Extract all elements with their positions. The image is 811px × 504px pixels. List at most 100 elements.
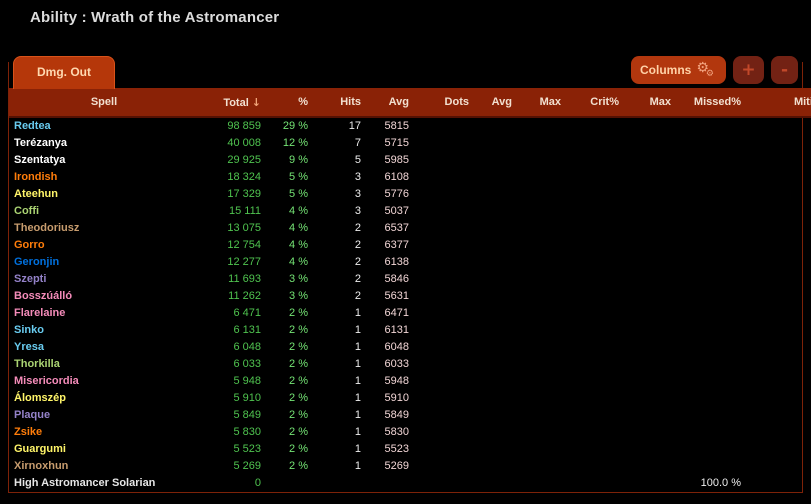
table-row: Gorro12 7544 %26377: [9, 237, 811, 254]
cell-avg: 5910: [366, 390, 414, 407]
damage-table: SpellTotal↓%HitsAvgDotsAvgMaxCrit%MaxMis…: [9, 88, 811, 492]
cell-avg: 5849: [366, 407, 414, 424]
remove-column-button[interactable]: -: [771, 56, 798, 84]
column-header-critpct[interactable]: Crit%: [566, 88, 624, 117]
cell-critpct: [566, 237, 624, 254]
columns-button[interactable]: Columns ⚙⚙: [631, 56, 726, 84]
column-header-label: Missed%: [694, 96, 741, 108]
cell-hits: 2: [313, 288, 366, 305]
spell-name[interactable]: Plaque: [9, 407, 199, 424]
table-row: Xirnoxhun5 2692 %15269: [9, 458, 811, 475]
cell-max: [517, 390, 566, 407]
spell-name[interactable]: Álomszép: [9, 390, 199, 407]
cell-hits: 3: [313, 186, 366, 203]
spell-name[interactable]: Misericordia: [9, 373, 199, 390]
cell-hits: 2: [313, 220, 366, 237]
cell-critpct: [566, 117, 624, 135]
toolbar: Dmg. Out Columns ⚙⚙ + -: [9, 62, 802, 88]
cell-total: 6 033: [199, 356, 266, 373]
column-header-avg2[interactable]: Avg: [474, 88, 517, 117]
spell-name[interactable]: Xirnoxhun: [9, 458, 199, 475]
spell-name[interactable]: Gorro: [9, 237, 199, 254]
spell-name[interactable]: Terézanya: [9, 135, 199, 152]
cell-avg2: [474, 322, 517, 339]
cell-mitigatedpct: [746, 203, 811, 220]
cell-dots: [414, 288, 474, 305]
toolbar-buttons: Columns ⚙⚙ + -: [631, 56, 798, 84]
cell-total: 6 471: [199, 305, 266, 322]
cell-max: [517, 203, 566, 220]
column-header-missedpct[interactable]: Missed%: [676, 88, 746, 117]
cell-mitigatedpct: [746, 424, 811, 441]
spell-name[interactable]: Szentatya: [9, 152, 199, 169]
cell-total: 0: [199, 475, 266, 492]
spell-name[interactable]: Thorkilla: [9, 356, 199, 373]
cell-critpct: [566, 169, 624, 186]
cell-missedpct: [676, 152, 746, 169]
column-header-spell[interactable]: Spell: [9, 88, 199, 117]
cell-missedpct: [676, 390, 746, 407]
cell-mitigatedpct: [746, 390, 811, 407]
cell-pct: 4 %: [266, 254, 313, 271]
cell-max2: [624, 390, 676, 407]
column-header-total[interactable]: Total↓: [199, 88, 266, 117]
column-header-label: Max: [540, 96, 561, 108]
spell-name[interactable]: Irondish: [9, 169, 199, 186]
spell-name[interactable]: Ateehun: [9, 186, 199, 203]
cell-avg: [366, 475, 414, 492]
cell-mitigatedpct: [746, 373, 811, 390]
cell-missedpct: [676, 237, 746, 254]
table-row: Álomszép5 9102 %15910: [9, 390, 811, 407]
column-header-avg[interactable]: Avg: [366, 88, 414, 117]
add-column-button[interactable]: +: [733, 56, 764, 84]
cell-hits: 1: [313, 424, 366, 441]
cell-dots: [414, 271, 474, 288]
spell-name[interactable]: Szepti: [9, 271, 199, 288]
spell-name[interactable]: Zsike: [9, 424, 199, 441]
column-header-label: Max: [650, 96, 671, 108]
spell-name[interactable]: Sinko: [9, 322, 199, 339]
cell-critpct: [566, 186, 624, 203]
spell-name[interactable]: Redtea: [9, 117, 199, 135]
cell-dots: [414, 220, 474, 237]
cell-dots: [414, 424, 474, 441]
spell-name[interactable]: Geronjin: [9, 254, 199, 271]
column-header-hits[interactable]: Hits: [313, 88, 366, 117]
spell-name[interactable]: Coffi: [9, 203, 199, 220]
tab-dmg-out[interactable]: Dmg. Out: [13, 56, 115, 89]
cell-pct: 3 %: [266, 271, 313, 288]
spell-name[interactable]: Guargumi: [9, 441, 199, 458]
cell-max2: [624, 254, 676, 271]
cell-critpct: [566, 373, 624, 390]
column-header-mitigatedpct[interactable]: Mitigated%: [746, 88, 811, 117]
cell-avg2: [474, 186, 517, 203]
cell-avg2: [474, 117, 517, 135]
cell-dots: [414, 254, 474, 271]
spell-name[interactable]: Yresa: [9, 339, 199, 356]
column-header-dots[interactable]: Dots: [414, 88, 474, 117]
cell-total: 5 948: [199, 373, 266, 390]
cell-mitigatedpct: [746, 458, 811, 475]
cell-dots: [414, 135, 474, 152]
table-row: Ateehun17 3295 %35776: [9, 186, 811, 203]
column-header-max[interactable]: Max: [517, 88, 566, 117]
spell-name[interactable]: High Astromancer Solarian: [9, 475, 199, 492]
cell-hits: 5: [313, 152, 366, 169]
cell-max: [517, 117, 566, 135]
cell-avg2: [474, 152, 517, 169]
cell-mitigatedpct: [746, 288, 811, 305]
spell-name[interactable]: Bosszúálló: [9, 288, 199, 305]
cell-critpct: [566, 271, 624, 288]
spell-name[interactable]: Theodoriusz: [9, 220, 199, 237]
column-header-max2[interactable]: Max: [624, 88, 676, 117]
column-header-pct[interactable]: %: [266, 88, 313, 117]
cell-missedpct: [676, 271, 746, 288]
cell-missedpct: [676, 322, 746, 339]
cell-max2: [624, 407, 676, 424]
table-row: Bosszúálló11 2623 %25631: [9, 288, 811, 305]
spell-name[interactable]: Flarelaine: [9, 305, 199, 322]
table-row: Theodoriusz13 0754 %26537: [9, 220, 811, 237]
cell-max: [517, 339, 566, 356]
cell-avg: 5523: [366, 441, 414, 458]
cell-max2: [624, 424, 676, 441]
